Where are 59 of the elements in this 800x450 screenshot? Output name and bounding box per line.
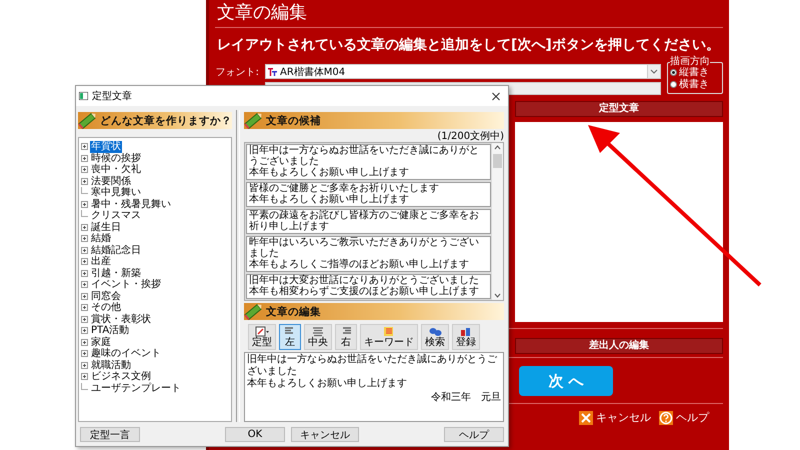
tree-item[interactable]: PTA活動 — [90, 325, 130, 336]
cancel-link[interactable]: キャンセル — [579, 410, 651, 425]
tree-item[interactable]: 引越・新築 — [90, 268, 142, 279]
text-editor[interactable]: 旧年中は一方ならぬお世話をいただき誠にありがとうございました 本年もよろしくお願い申し上げます 令和三年 元旦 — [244, 352, 504, 422]
tree-item[interactable]: クリスマス — [90, 210, 142, 222]
instruction-text: レイアウトされている文章の編集と追加をして[次へ]ボタンを押してください。 — [217, 36, 721, 54]
candidate-item[interactable]: 昨年中はいろいろご教示いただきありがとうございました 本年もよろしくご指導のほどお願い申し上げます — [246, 236, 491, 272]
dialog-title: 定型文章 — [92, 90, 132, 103]
tree-item[interactable]: 結婚 — [90, 233, 112, 244]
toolbar-button[interactable]: 左 — [279, 324, 301, 350]
field-label: フォント: — [215, 66, 259, 78]
tree-item[interactable]: 出産 — [90, 256, 112, 268]
tree-item[interactable]: 寒中見舞い — [90, 187, 142, 198]
tree-item[interactable]: 結婚記念日 — [90, 244, 142, 256]
tree-item[interactable]: 家庭 — [90, 336, 112, 348]
toolbar-button[interactable]: 検索 — [421, 324, 449, 350]
candidate-item[interactable]: 皆様のご健勝とご多幸をお祈りいたします 本年もよろしくお願い申し上げます — [246, 182, 491, 207]
dialog-button[interactable]: キャンセル — [291, 426, 359, 442]
dialog-button[interactable]: OK — [225, 426, 285, 442]
tree-item[interactable]: その他 — [90, 302, 122, 314]
section-title: 文章の候補 — [266, 114, 321, 128]
tree-item[interactable]: 誕生日 — [90, 222, 122, 233]
toolbar-button[interactable]: 中央 — [304, 324, 332, 350]
tree-item[interactable]: ビジネス文例 — [90, 371, 152, 382]
tree-item[interactable]: イベント・挨拶 — [90, 279, 162, 290]
tree-item[interactable]: 賞状・表彰状 — [90, 314, 152, 325]
dropdown-value: AR楷書体M04 — [280, 66, 346, 78]
help-link[interactable]: ヘルプ — [659, 410, 709, 425]
section-title: 文章の編集 — [266, 304, 321, 318]
tree-item[interactable]: 暑中・残暑見舞い — [90, 198, 172, 210]
font-dropdown[interactable]: AR楷書体M04 — [265, 64, 661, 79]
editor-line: 旧年中は一方ならぬお世話をいただき誠にありがとうございました — [247, 354, 498, 378]
radio-option[interactable]: 縦書き — [670, 66, 720, 78]
editor-line: 本年もよろしくお願い申し上げます — [247, 378, 408, 390]
example-count: (1/200文例中) — [436, 131, 504, 142]
radio-option[interactable]: 横書き — [670, 78, 720, 90]
group-legend: 描画方向 — [670, 56, 710, 66]
candidate-item[interactable]: 平素の疎遠をお詫びし皆様方のご健康とご多幸をお祈り申し上げます — [246, 209, 491, 234]
candidate-item[interactable]: 旧年中は大変お世話になりありがとうございました 本年も相変わらずご支援のほどお願い申し上げます — [246, 274, 491, 299]
tree-item[interactable]: 喪中・欠礼 — [90, 164, 142, 176]
tree-item[interactable]: ユーザテンプレート — [90, 382, 182, 394]
sender-edit-button[interactable]: 差出人の編集 — [515, 338, 723, 354]
dialog-button[interactable]: ヘルプ — [444, 426, 504, 442]
tree-item[interactable]: 年賀状 — [90, 141, 122, 152]
dialog-button[interactable]: 定型一言 — [80, 426, 140, 442]
toolbar-button[interactable]: キーワード — [360, 324, 418, 350]
toolbar-button[interactable]: 登録 — [452, 324, 480, 350]
tree-item[interactable]: 就職活動 — [90, 360, 132, 371]
template-button[interactable]: 定型文章 — [515, 101, 723, 117]
candidate-item[interactable]: 旧年中は一方ならぬお世話をいただき誠にありがとうございました 本年もよろしくお願い申し上げます — [246, 144, 491, 180]
toolbar-button[interactable]: 右 — [335, 324, 357, 350]
editor-date: 令和三年 元旦 — [430, 392, 501, 404]
section-title: どんな文章を作りますか？ — [100, 114, 232, 128]
toolbar-button[interactable]: 定型 — [248, 324, 276, 350]
tree-item[interactable]: 法要関係 — [90, 176, 132, 187]
tree-item[interactable]: 同窓会 — [90, 290, 122, 302]
page-title: 文章の編集 — [216, 1, 308, 25]
tree-item[interactable]: 時候の挨拶 — [90, 152, 142, 164]
tree-item[interactable]: 趣味のイベント — [90, 348, 162, 360]
